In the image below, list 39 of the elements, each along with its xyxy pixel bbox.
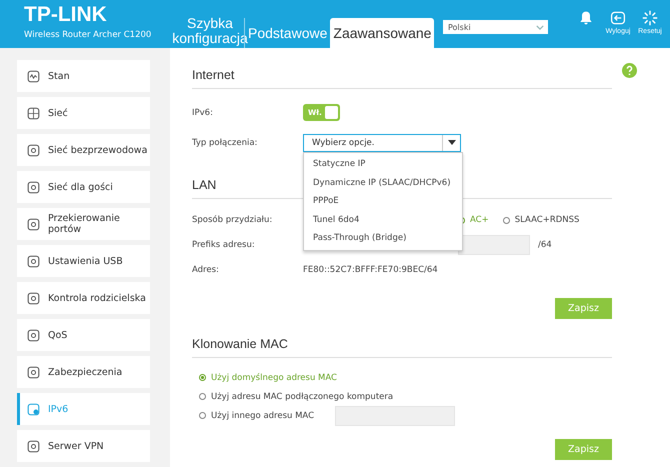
sidebar-item[interactable]: QoS [17, 319, 150, 351]
mac-input-field[interactable] [335, 406, 456, 426]
address-value: FE80::52C7:BFFF:FE70:9BEC/64 [303, 265, 438, 275]
sidebar-item[interactable]: Sieć dla gości [17, 171, 150, 203]
field-label: Prefiks adresu: [192, 240, 256, 250]
model-name: Wireless Router Archer C1200 [24, 30, 152, 40]
help-icon[interactable] [622, 63, 637, 78]
sidebar-item[interactable]: Sieć [17, 97, 150, 129]
dropdown-option[interactable]: Dynamiczne IP (SLAAC/DHCPv6) [304, 174, 462, 192]
dropdown-option[interactable]: Statyczne IP [304, 155, 462, 174]
sidebar-item[interactable]: Kontrola rodzicielska [17, 282, 150, 314]
field-label: Typ połączenia: [192, 138, 258, 148]
sidebar-item[interactable]: Serwer VPN [17, 430, 150, 462]
prefix-suffix: /64 [538, 240, 552, 250]
sidebar-item[interactable]: Zabezpieczenia [17, 356, 150, 388]
section-title: Klonowanie MAC [192, 337, 612, 358]
sidebar-item[interactable]: Stan [17, 60, 150, 92]
sidebar-item[interactable]: Ustawienia USB [17, 245, 150, 277]
dropdown-option[interactable]: PPPoE [304, 192, 462, 210]
status-icon [27, 70, 40, 82]
radio-option[interactable]: SLAAC+RDNSS [502, 215, 580, 225]
caret-icon [448, 140, 456, 145]
sidebar-item[interactable]: Sieć bezprzewodowa [17, 134, 150, 166]
field-label: Sposób przydziału: [192, 215, 274, 225]
radio-option[interactable]: Użyj adresu MAC podłączonego komputera [199, 392, 394, 402]
sidebar-item[interactable]: Przekierowanie portów [17, 208, 150, 240]
nav-tab[interactable]: Zaawansowane [330, 18, 434, 48]
section-title: Internet [192, 68, 612, 89]
bell-icon [578, 10, 594, 26]
language-select[interactable]: Polski [443, 20, 548, 34]
prefix-input-field[interactable] [458, 235, 530, 255]
logout-icon [610, 10, 626, 26]
chevron-icon [536, 24, 544, 30]
dropdown-option[interactable]: Pass-Through (Bridge) [304, 229, 462, 248]
field-label: Adres: [192, 265, 220, 275]
gear-icon [642, 10, 658, 26]
field-label: IPv6: [192, 108, 214, 118]
radio-option[interactable]: Użyj innego adresu MAC [199, 410, 314, 420]
logo: TP-LINK [24, 4, 108, 26]
